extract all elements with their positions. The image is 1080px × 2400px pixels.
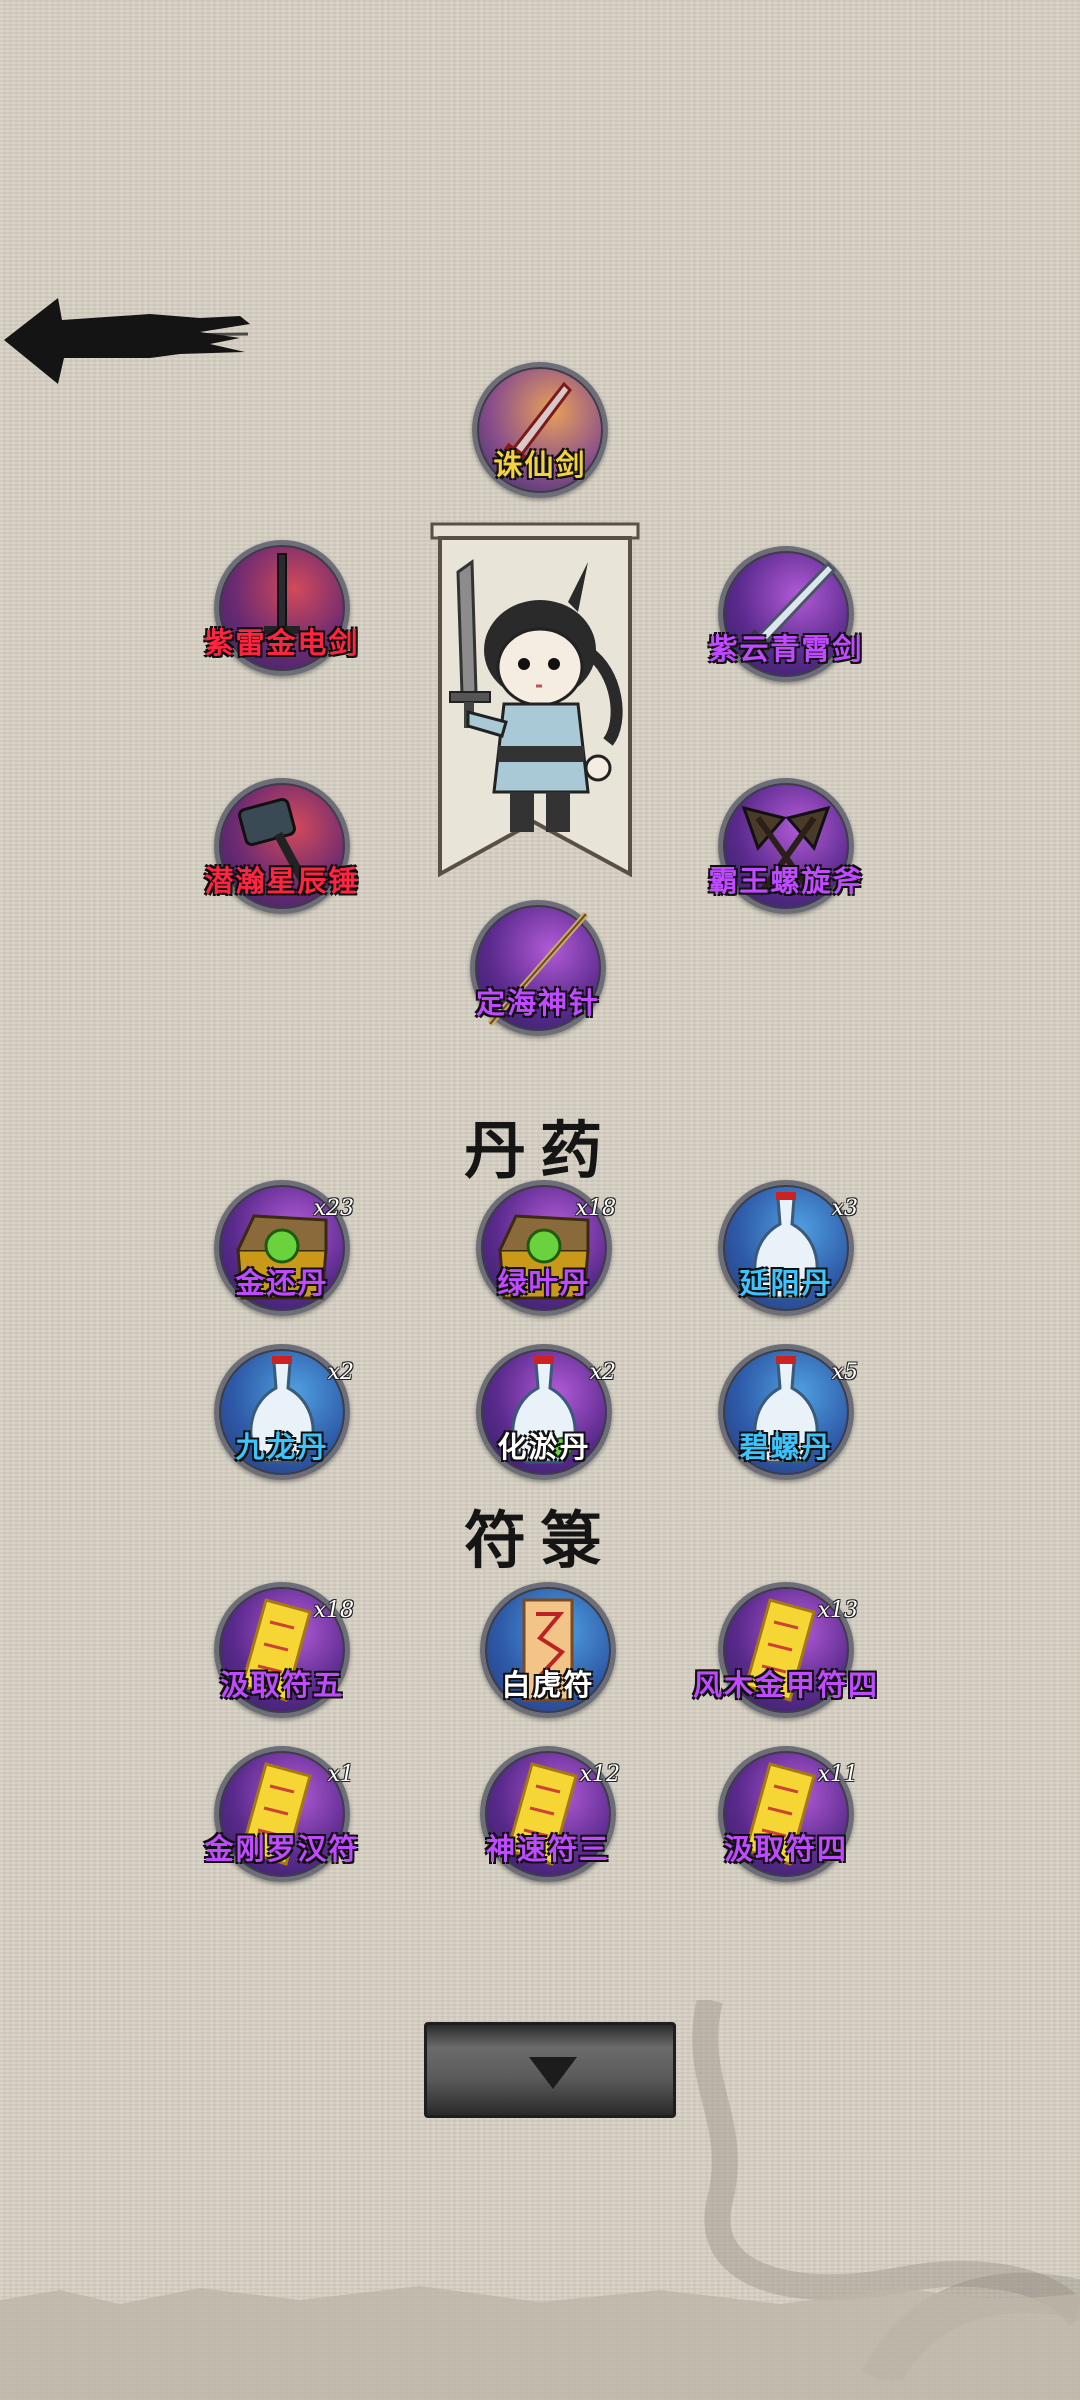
item-count: x12 (579, 1762, 620, 1787)
item-count: x2 (327, 1360, 354, 1385)
pill-name: 绿叶丹 (497, 1266, 591, 1300)
pill-name: 化淤丹 (497, 1430, 591, 1464)
pill-slot-6[interactable]: x5 碧螺丹 (718, 1344, 858, 1480)
pills-section-title: 丹药 (463, 1114, 616, 1187)
talisman-name: 神速符三 (485, 1832, 610, 1866)
weapon-name: 霸王螺旋斧 (708, 864, 864, 898)
weapon-slot-1[interactable]: 诛仙剑 (472, 362, 608, 498)
talisman-name: 汲取符四 (723, 1832, 848, 1866)
item-count: x2 (589, 1360, 616, 1385)
talisman-name: 风木金甲符四 (692, 1668, 879, 1702)
item-count: x23 (313, 1196, 354, 1221)
talisman-name: 汲取符五 (219, 1668, 344, 1702)
pill-slot-2[interactable]: x18 绿叶丹 (476, 1180, 616, 1316)
pill-slot-5[interactable]: x2 化淤丹 (476, 1344, 616, 1480)
pill-slot-3[interactable]: x3 延阳丹 (718, 1180, 858, 1316)
talisman-slot-1[interactable]: x18 汲取符五 (214, 1582, 354, 1718)
weapon-slot-6[interactable]: 定海神针 (470, 900, 606, 1036)
weapon-slot-4[interactable]: 潜瀚星辰锤 (204, 778, 358, 914)
item-count: x11 (817, 1762, 858, 1787)
item-count: x1 (327, 1762, 354, 1787)
weapon-name: 紫雷金电剑 (204, 626, 360, 660)
item-count: x13 (817, 1598, 858, 1623)
weapon-slot-5[interactable]: 霸王螺旋斧 (708, 778, 862, 914)
back-button[interactable] (0, 280, 260, 410)
ink-back-arrow-icon (4, 298, 250, 384)
pill-slot-4[interactable]: x2 九龙丹 (214, 1344, 354, 1480)
weapon-name: 潜瀚星辰锤 (204, 864, 360, 898)
character-banner (428, 522, 642, 882)
scroll-down-button[interactable] (424, 2022, 676, 2118)
talisman-slot-2[interactable]: 白虎符 (480, 1582, 616, 1718)
pill-name: 九龙丹 (235, 1430, 329, 1464)
weapon-name: 诛仙剑 (493, 448, 587, 482)
ink-ground-decoration (0, 2286, 1080, 2400)
weapon-name: 定海神针 (475, 986, 600, 1020)
talisman-slot-5[interactable]: x12 神速符三 (480, 1746, 620, 1882)
talisman-slot-6[interactable]: x11 汲取符四 (718, 1746, 858, 1882)
talisman-name: 白虎符 (501, 1668, 595, 1702)
item-count: x18 (313, 1598, 354, 1623)
pill-name: 延阳丹 (739, 1266, 833, 1300)
down-triangle-icon (529, 2057, 577, 2089)
item-count: x18 (575, 1196, 616, 1221)
item-count: x5 (831, 1360, 858, 1385)
pill-name: 金还丹 (235, 1266, 329, 1300)
item-count: x3 (831, 1196, 858, 1221)
talisman-slot-3[interactable]: x13 风木金甲符四 (693, 1582, 877, 1718)
talismans-section-title: 符箓 (463, 1504, 616, 1577)
pill-slot-1[interactable]: x23 金还丹 (214, 1180, 354, 1316)
weapon-name: 紫云青霄剑 (708, 632, 864, 666)
weapon-slot-3[interactable]: 紫云青霄剑 (708, 546, 862, 682)
weapon-slot-2[interactable]: 紫雷金电剑 (204, 540, 358, 676)
talisman-slot-4[interactable]: x1 金刚罗汉符 (204, 1746, 358, 1882)
pill-name: 碧螺丹 (739, 1430, 833, 1464)
talisman-name: 金刚罗汉符 (204, 1832, 360, 1866)
